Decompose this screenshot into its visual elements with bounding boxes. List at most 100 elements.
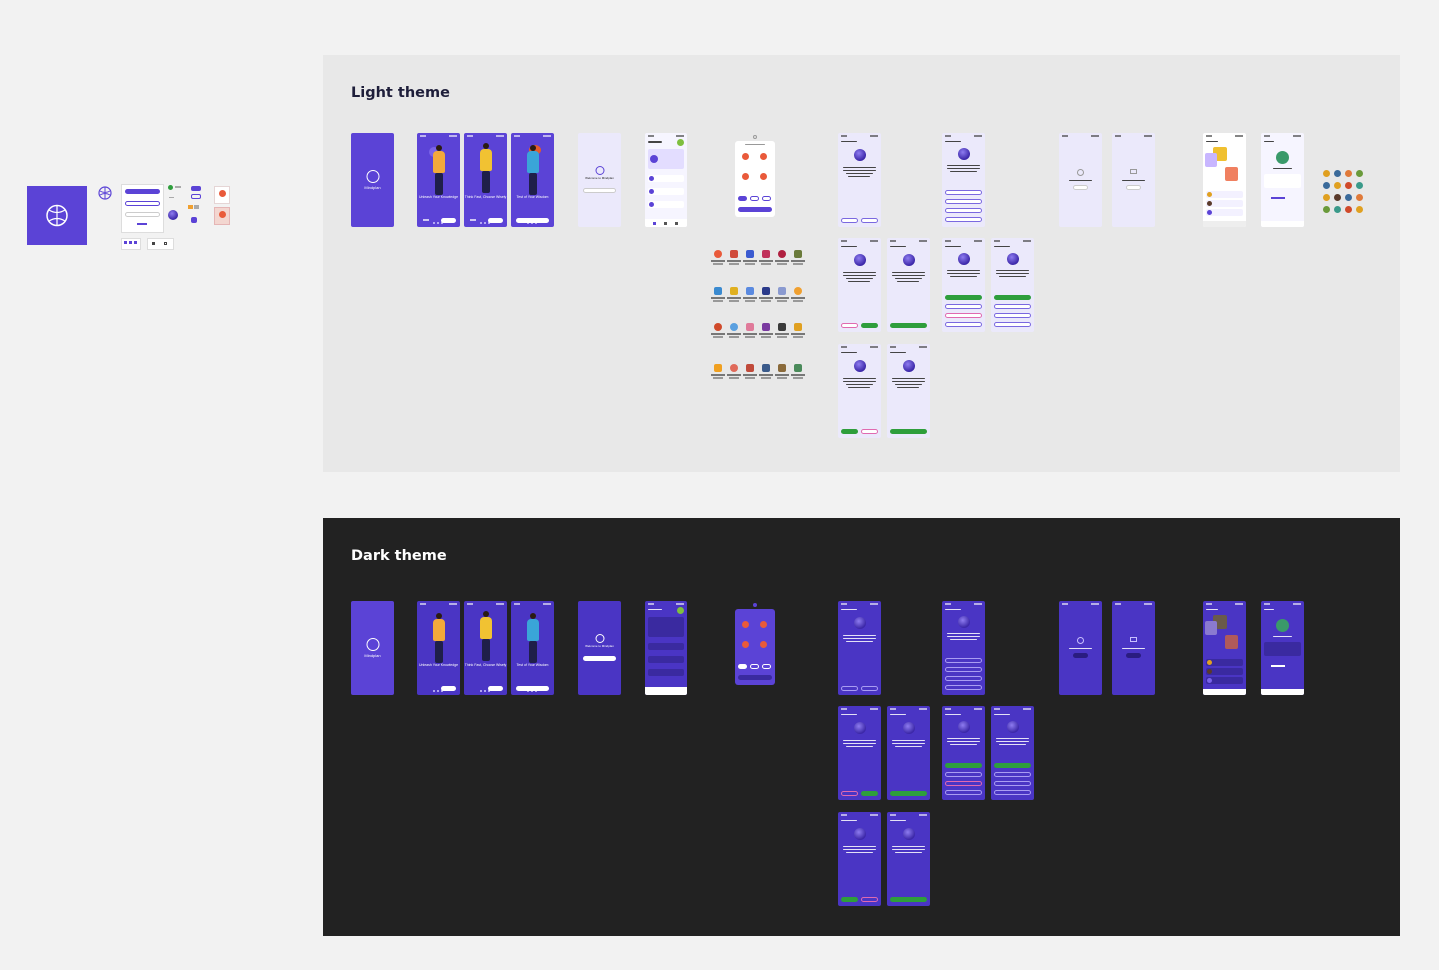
list-item[interactable]: [648, 201, 684, 208]
category-icon[interactable]: [760, 153, 767, 160]
leaderboard-row[interactable]: [1206, 659, 1243, 666]
answer-option[interactable]: [994, 322, 1031, 327]
answer-option[interactable]: [994, 781, 1031, 786]
avatar-icon: [1356, 170, 1363, 177]
next-button[interactable]: [441, 218, 456, 223]
category-icon[interactable]: [742, 153, 749, 160]
nav-home-icon[interactable]: [653, 222, 656, 225]
list-item[interactable]: [648, 188, 684, 195]
nav-profile-icon[interactable]: [675, 222, 678, 225]
category-icon[interactable]: [760, 641, 767, 648]
true-button[interactable]: [861, 218, 878, 223]
answer-option[interactable]: [994, 313, 1031, 318]
next-button[interactable]: [890, 323, 927, 328]
daily-quiz-card[interactable]: [648, 617, 684, 637]
get-started-button[interactable]: [516, 218, 549, 223]
start-quiz-button[interactable]: [738, 207, 772, 212]
list-item[interactable]: [648, 175, 684, 182]
leaderboard-row[interactable]: [1206, 677, 1243, 684]
continue-button[interactable]: [1073, 185, 1088, 190]
answer-option[interactable]: [945, 667, 982, 672]
continue-with-google-button[interactable]: [583, 188, 616, 193]
continue-with-google-button[interactable]: [583, 656, 616, 661]
answer-option[interactable]: [945, 772, 982, 777]
nav-leaderboard-icon[interactable]: [664, 222, 667, 225]
daily-quiz-card[interactable]: [648, 149, 684, 169]
difficulty-chip[interactable]: [762, 196, 771, 201]
continue-button[interactable]: [1126, 185, 1141, 190]
category-icon[interactable]: [742, 173, 749, 180]
false-button[interactable]: [841, 686, 858, 691]
logout-link[interactable]: [1271, 665, 1285, 667]
next-button[interactable]: [488, 686, 503, 691]
category-icon[interactable]: [742, 621, 749, 628]
difficulty-chip[interactable]: [750, 664, 759, 669]
continue-button[interactable]: [1073, 653, 1088, 658]
answer-option[interactable]: [945, 199, 982, 204]
difficulty-chip[interactable]: [738, 196, 747, 201]
avatar[interactable]: [677, 139, 684, 146]
text-link-sample[interactable]: [137, 223, 147, 225]
leaderboard-row[interactable]: [1206, 668, 1243, 675]
answer-option[interactable]: [994, 763, 1031, 768]
false-button[interactable]: [861, 897, 878, 902]
true-button[interactable]: [861, 323, 878, 328]
answer-option[interactable]: [994, 295, 1031, 300]
leaderboard-row[interactable]: [1206, 209, 1243, 216]
true-button[interactable]: [841, 429, 858, 434]
true-button[interactable]: [861, 791, 878, 796]
list-item[interactable]: [648, 643, 684, 650]
next-button[interactable]: [488, 218, 503, 223]
logout-link[interactable]: [1271, 197, 1285, 199]
avatar[interactable]: [677, 607, 684, 614]
answer-option[interactable]: [945, 295, 982, 300]
answer-option[interactable]: [945, 217, 982, 222]
list-item[interactable]: [648, 669, 684, 676]
answer-option[interactable]: [945, 763, 982, 768]
list-item[interactable]: [648, 656, 684, 663]
answer-option[interactable]: [945, 304, 982, 309]
leaderboard-row[interactable]: [1206, 200, 1243, 207]
answer-option[interactable]: [945, 322, 982, 327]
difficulty-chip[interactable]: [738, 664, 747, 669]
onboarding-screen-3: Test of Your Wisdom: [511, 133, 554, 227]
difficulty-chip[interactable]: [762, 664, 771, 669]
answer-option[interactable]: [945, 313, 982, 318]
true-button[interactable]: [841, 897, 858, 902]
category-icon[interactable]: [760, 173, 767, 180]
answer-option[interactable]: [994, 304, 1031, 309]
true-button[interactable]: [861, 686, 878, 691]
continue-button[interactable]: [1126, 653, 1141, 658]
next-button[interactable]: [890, 897, 927, 902]
next-button[interactable]: [890, 791, 927, 796]
answer-option[interactable]: [945, 790, 982, 795]
answer-option[interactable]: [945, 676, 982, 681]
false-button[interactable]: [841, 323, 858, 328]
answer-option[interactable]: [945, 190, 982, 195]
avatar[interactable]: [1276, 619, 1289, 632]
answer-option[interactable]: [945, 208, 982, 213]
category-icon[interactable]: [742, 641, 749, 648]
input-sample[interactable]: [125, 212, 160, 217]
answer-option[interactable]: [945, 658, 982, 663]
answer-option[interactable]: [994, 772, 1031, 777]
next-button[interactable]: [441, 686, 456, 691]
answer-option[interactable]: [945, 781, 982, 786]
answer-option[interactable]: [945, 685, 982, 690]
get-started-button[interactable]: [516, 686, 549, 691]
false-button[interactable]: [861, 429, 878, 434]
avatar-icon: [1323, 182, 1330, 189]
skip-link[interactable]: [470, 219, 476, 221]
next-button[interactable]: [890, 429, 927, 434]
false-button[interactable]: [841, 791, 858, 796]
difficulty-chip[interactable]: [750, 196, 759, 201]
category-icon[interactable]: [760, 621, 767, 628]
avatar[interactable]: [1276, 151, 1289, 164]
leaderboard-row[interactable]: [1206, 191, 1243, 198]
answer-option[interactable]: [994, 790, 1031, 795]
false-button[interactable]: [841, 218, 858, 223]
start-quiz-button[interactable]: [738, 675, 772, 680]
skip-link[interactable]: [423, 219, 429, 221]
outline-button-sample[interactable]: [125, 201, 160, 206]
primary-button-sample[interactable]: [125, 189, 160, 194]
